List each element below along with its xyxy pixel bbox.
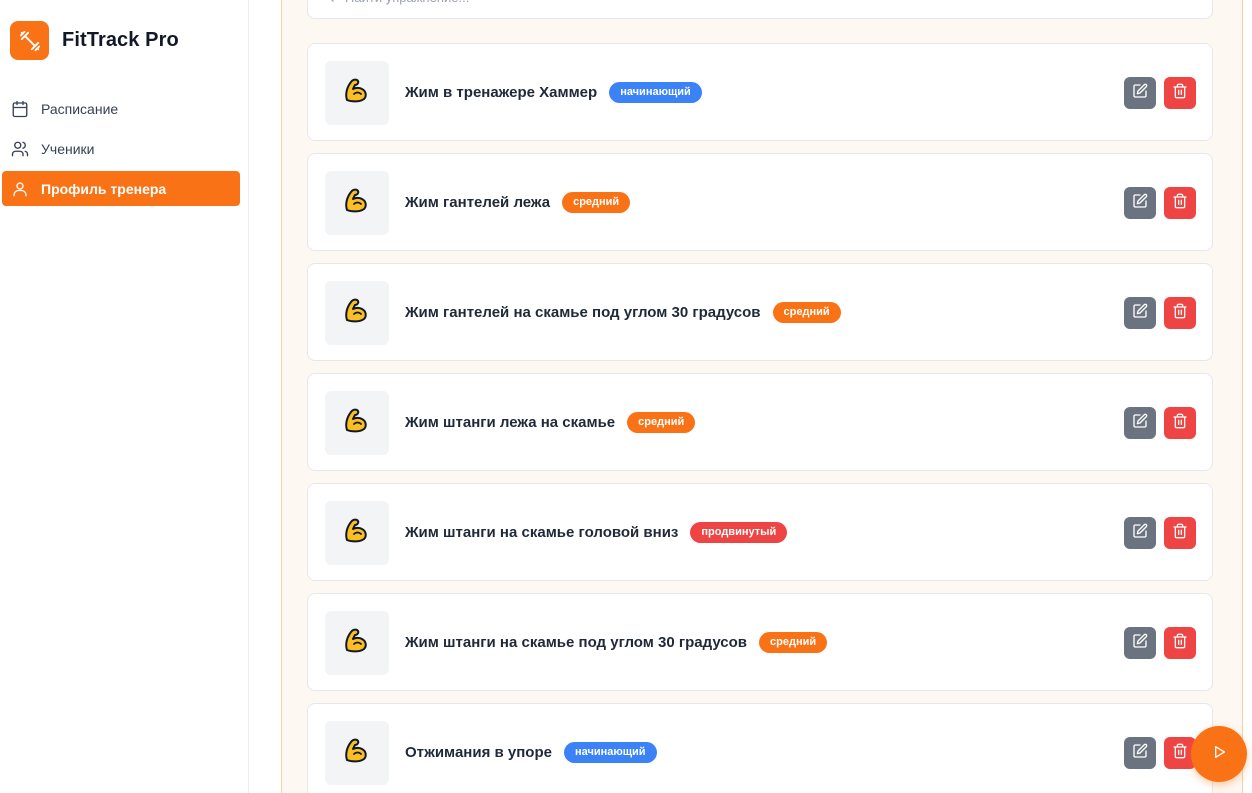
edit-icon xyxy=(1132,633,1148,654)
sidebar-item-trainer-profile[interactable]: Профиль тренера xyxy=(2,171,240,206)
level-badge: средний xyxy=(759,631,828,653)
level-badge: продвинутый xyxy=(690,521,788,543)
edit-icon xyxy=(1132,523,1148,544)
delete-button[interactable] xyxy=(1164,187,1196,219)
exercise-title: Жим штанги на скамье под углом 30 градус… xyxy=(405,633,748,651)
sidebar-item-students[interactable]: Ученики xyxy=(2,131,240,166)
edit-button[interactable] xyxy=(1124,407,1156,439)
edit-icon xyxy=(1132,413,1148,434)
user-icon xyxy=(10,179,30,199)
exercise-thumbnail xyxy=(325,61,389,125)
trash-icon xyxy=(1172,523,1188,544)
trash-icon xyxy=(1172,303,1188,324)
delete-button[interactable] xyxy=(1164,297,1196,329)
exercise-card[interactable]: Жим гантелей лежа средний xyxy=(307,153,1213,251)
trash-icon xyxy=(1172,743,1188,764)
flexed-biceps-icon xyxy=(341,735,373,772)
trash-icon xyxy=(1172,413,1188,434)
dumbbell-logo-icon xyxy=(10,21,49,60)
sidebar: FitTrack Pro Расписание Ученики Профиль … xyxy=(0,0,249,793)
level-badge: средний xyxy=(772,301,841,323)
exercise-thumbnail xyxy=(325,611,389,675)
exercise-thumbnail xyxy=(325,501,389,565)
trash-icon xyxy=(1172,633,1188,654)
sidebar-item-schedule[interactable]: Расписание xyxy=(2,91,240,126)
edit-icon xyxy=(1132,83,1148,104)
exercise-thumbnail xyxy=(325,721,389,785)
search-input[interactable] xyxy=(345,0,1145,5)
play-icon xyxy=(1211,744,1227,765)
edit-button[interactable] xyxy=(1124,297,1156,329)
level-badge: средний xyxy=(627,411,696,433)
exercise-card[interactable]: Жим гантелей на скамье под углом 30 град… xyxy=(307,263,1213,361)
search-bar[interactable] xyxy=(307,0,1213,19)
sidebar-item-label: Профиль тренера xyxy=(41,180,167,197)
exercise-card[interactable]: Жим штанги на скамье под углом 30 градус… xyxy=(307,593,1213,691)
sidebar-nav: Расписание Ученики Профиль тренера xyxy=(2,91,240,211)
trash-icon xyxy=(1172,193,1188,214)
brand[interactable]: FitTrack Pro xyxy=(10,21,179,60)
edit-button[interactable] xyxy=(1124,627,1156,659)
users-icon xyxy=(10,139,30,159)
search-icon xyxy=(320,0,335,8)
flexed-biceps-icon xyxy=(341,515,373,552)
sidebar-item-label: Расписание xyxy=(41,100,119,117)
flexed-biceps-icon xyxy=(341,405,373,442)
exercise-card[interactable]: Жим в тренажере Хаммер начинающий xyxy=(307,43,1213,141)
level-badge: начинающий xyxy=(563,741,657,763)
exercise-title: Жим гантелей лежа xyxy=(405,193,551,211)
exercise-title: Жим штанги на скамье головой вниз xyxy=(405,523,679,541)
delete-button[interactable] xyxy=(1164,627,1196,659)
calendar-icon xyxy=(10,99,30,119)
exercise-card[interactable]: Жим штанги на скамье головой вниз продви… xyxy=(307,483,1213,581)
edit-icon xyxy=(1132,193,1148,214)
edit-button[interactable] xyxy=(1124,77,1156,109)
flexed-biceps-icon xyxy=(341,185,373,222)
edit-button[interactable] xyxy=(1124,737,1156,769)
exercise-thumbnail xyxy=(325,391,389,455)
flexed-biceps-icon xyxy=(341,625,373,662)
app-name: FitTrack Pro xyxy=(62,29,179,51)
exercise-card[interactable]: Жим штанги лежа на скамье средний xyxy=(307,373,1213,471)
level-badge: начинающий xyxy=(609,81,702,103)
exercise-title: Жим штанги лежа на скамье xyxy=(405,413,616,431)
delete-button[interactable] xyxy=(1164,77,1196,109)
edit-button[interactable] xyxy=(1124,517,1156,549)
exercise-title: Жим гантелей на скамье под углом 30 град… xyxy=(405,303,761,321)
flexed-biceps-icon xyxy=(341,295,373,332)
floating-play-button[interactable] xyxy=(1191,726,1247,782)
edit-icon xyxy=(1132,303,1148,324)
exercise-title: Жим в тренажере Хаммер xyxy=(405,83,598,101)
trash-icon xyxy=(1172,83,1188,104)
exercise-thumbnail xyxy=(325,281,389,345)
edit-icon xyxy=(1132,743,1148,764)
sidebar-item-label: Ученики xyxy=(41,140,95,157)
delete-button[interactable] xyxy=(1164,517,1196,549)
edit-button[interactable] xyxy=(1124,187,1156,219)
exercise-card[interactable]: Отжимания в упоре начинающий xyxy=(307,703,1213,793)
level-badge: средний xyxy=(562,191,631,213)
delete-button[interactable] xyxy=(1164,407,1196,439)
exercise-list: Жим в тренажере Хаммер начинающий Жим га… xyxy=(307,43,1213,793)
exercise-thumbnail xyxy=(325,171,389,235)
exercise-title: Отжимания в упоре xyxy=(405,743,552,761)
flexed-biceps-icon xyxy=(341,75,373,112)
